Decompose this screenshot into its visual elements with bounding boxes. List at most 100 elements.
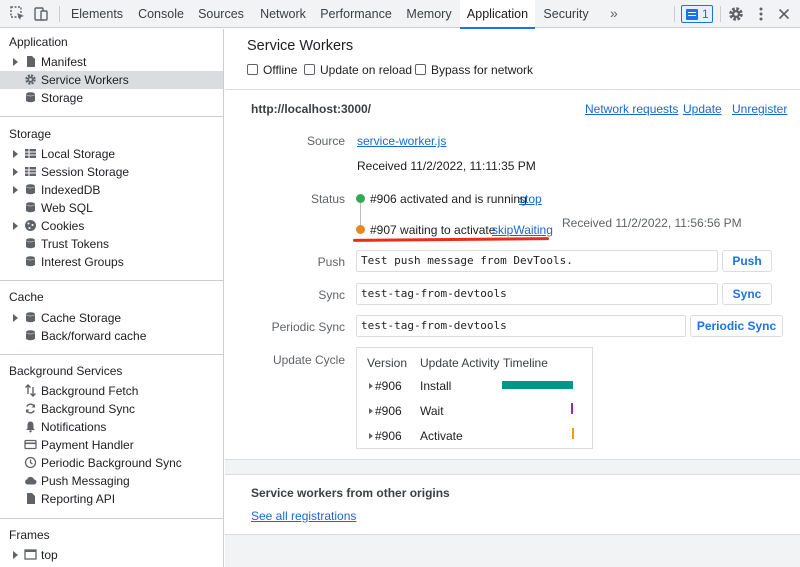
sync-tag-input[interactable]: test-tag-from-devtools (356, 283, 718, 305)
tab-elements[interactable]: Elements (62, 0, 132, 28)
cloud-icon (25, 476, 37, 485)
sidebar-item-top-frame[interactable]: top (0, 546, 223, 564)
grid-icon (25, 149, 36, 158)
application-sidebar: Application Manifest Service Workers Sto… (0, 29, 224, 567)
worker-origin: http://localhost:3000/ (251, 102, 372, 116)
section-title-storage: Storage (9, 127, 52, 141)
database-icon (26, 238, 35, 249)
sync-label: Sync (318, 288, 345, 302)
expand-triangle-icon[interactable] (369, 433, 373, 439)
sidebar-item-web-sql[interactable]: Web SQL (0, 199, 223, 217)
expand-arrow-icon[interactable] (13, 222, 18, 230)
database-icon (26, 184, 35, 195)
update-link[interactable]: Update (683, 102, 722, 116)
sidebar-item-payment-handler[interactable]: Payment Handler (0, 436, 223, 454)
expand-arrow-icon[interactable] (13, 150, 18, 158)
see-all-registrations-link[interactable]: See all registrations (251, 509, 356, 523)
updown-arrows-icon (25, 384, 36, 397)
device-toolbar-icon[interactable] (32, 5, 50, 23)
header-divider (225, 89, 800, 90)
update-cycle-table: Version Update Activity Timeline #906 In… (356, 347, 593, 449)
card-icon (24, 439, 37, 450)
red-underline-annotation (352, 237, 550, 242)
section-title-background-services: Background Services (9, 364, 123, 378)
tab-memory[interactable]: Memory (398, 0, 460, 28)
sidebar-item-notifications[interactable]: Notifications (0, 418, 223, 436)
sidebar-item-session-storage[interactable]: Session Storage (0, 163, 223, 181)
expand-arrow-icon[interactable] (13, 551, 18, 559)
column-header-update-activity: Update Activity (420, 356, 500, 370)
section-divider (0, 518, 224, 519)
database-icon (26, 256, 35, 267)
database-icon (26, 92, 35, 103)
sidebar-item-interest-groups[interactable]: Interest Groups (0, 253, 223, 271)
push-label: Push (317, 255, 345, 269)
checkbox-box[interactable] (415, 64, 426, 75)
periodic-sync-button[interactable]: Periodic Sync (690, 315, 783, 337)
waiting-received-timestamp: Received 11/2/2022, 11:56:56 PM (562, 216, 742, 230)
gear-icon (25, 74, 36, 85)
close-icon[interactable] (775, 5, 793, 23)
checkbox-box[interactable] (247, 64, 258, 75)
source-file-link[interactable]: service-worker.js (357, 134, 446, 148)
database-icon (26, 312, 35, 323)
sidebar-item-service-workers[interactable]: Service Workers (0, 71, 223, 89)
expand-arrow-icon[interactable] (13, 58, 18, 66)
settings-gear-icon[interactable] (727, 5, 745, 23)
tab-console[interactable]: Console (132, 0, 190, 28)
status-waiting-dot-icon (356, 225, 365, 234)
status-waiting-text: #907 waiting to activate (370, 223, 496, 237)
tab-sources[interactable]: Sources (190, 0, 252, 28)
issues-badge[interactable]: 1 (681, 5, 713, 23)
sidebar-item-reporting-api[interactable]: Reporting API (0, 490, 223, 508)
expand-triangle-icon[interactable] (369, 408, 373, 414)
sidebar-item-push-messaging[interactable]: Push Messaging (0, 472, 223, 490)
unregister-link[interactable]: Unregister (732, 102, 787, 116)
expand-triangle-icon[interactable] (369, 383, 373, 389)
stop-link[interactable]: stop (519, 192, 542, 206)
status-connector-line (360, 203, 361, 225)
table-row[interactable]: #906 Wait (357, 403, 592, 419)
periodic-sync-tag-input[interactable]: test-tag-from-devtools (356, 315, 686, 337)
expand-arrow-icon[interactable] (13, 168, 18, 176)
sync-button[interactable]: Sync (722, 283, 772, 305)
tab-security[interactable]: Security (535, 0, 597, 28)
received-timestamp: Received 11/2/2022, 11:11:35 PM (357, 159, 536, 173)
sidebar-item-background-fetch[interactable]: Background Fetch (0, 382, 223, 400)
push-message-input[interactable]: Test push message from DevTools. (356, 250, 718, 272)
sidebar-item-cookies[interactable]: Cookies (0, 217, 223, 235)
sidebar-item-cache-storage[interactable]: Cache Storage (0, 309, 223, 327)
sidebar-item-local-storage[interactable]: Local Storage (0, 145, 223, 163)
source-label: Source (306, 134, 345, 148)
sidebar-item-storage[interactable]: Storage (0, 89, 223, 107)
sidebar-item-manifest[interactable]: Manifest (0, 53, 223, 71)
toolbar-divider (59, 6, 60, 22)
section-title-cache: Cache (9, 290, 44, 304)
sidebar-item-indexeddb[interactable]: IndexedDB (0, 181, 223, 199)
toolbar-divider (720, 6, 721, 22)
table-row[interactable]: #906 Activate (357, 428, 592, 444)
toolbar-divider (674, 6, 675, 22)
inspect-element-icon[interactable] (9, 5, 27, 23)
sidebar-item-trust-tokens[interactable]: Trust Tokens (0, 235, 223, 253)
table-row[interactable]: #906 Install (357, 378, 592, 394)
column-header-timeline: Timeline (503, 356, 548, 370)
sidebar-item-periodic-background-sync[interactable]: Periodic Background Sync (0, 454, 223, 472)
sidebar-item-back-forward-cache[interactable]: Back/forward cache (0, 327, 223, 345)
section-title-application: Application (9, 35, 68, 49)
tab-application[interactable]: Application (460, 0, 535, 29)
bell-icon (26, 421, 35, 433)
network-requests-link[interactable]: Network requests (585, 102, 678, 116)
tab-network[interactable]: Network (252, 0, 314, 28)
tab-performance[interactable]: Performance (314, 0, 398, 28)
skip-waiting-link[interactable]: skipWaiting (492, 223, 553, 237)
push-button[interactable]: Push (722, 250, 772, 272)
expand-arrow-icon[interactable] (13, 186, 18, 194)
expand-arrow-icon[interactable] (13, 314, 18, 322)
cookie-icon (25, 220, 36, 231)
more-tabs-chevron-icon[interactable]: » (610, 0, 618, 28)
frame-icon (24, 549, 37, 560)
kebab-menu-icon[interactable] (752, 5, 770, 23)
sidebar-item-background-sync[interactable]: Background Sync (0, 400, 223, 418)
checkbox-box[interactable] (304, 64, 315, 75)
